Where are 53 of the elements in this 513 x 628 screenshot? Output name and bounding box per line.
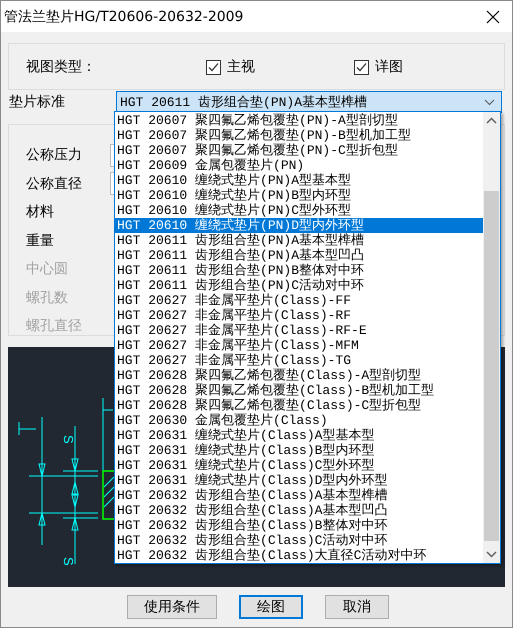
checkbox-label: 主视	[227, 58, 255, 76]
dropdown-option[interactable]: HGT 20627 非金属平垫片(Class)-MFM	[115, 338, 483, 353]
dropdown-option[interactable]: HGT 20610 缠绕式垫片(PN)C型外环型	[115, 203, 483, 218]
close-icon[interactable]	[486, 10, 500, 24]
chevron-down-icon	[484, 98, 495, 106]
dropdown-option[interactable]: HGT 20628 聚四氟乙烯包覆垫(Class)-B型机加工型	[115, 383, 483, 398]
window-title: 管法兰垫片HG/T20606-20632-2009	[4, 8, 244, 26]
dropdown-option[interactable]: HGT 20611 齿形组合垫(PN)C活动对中环	[115, 278, 483, 293]
dropdown-option[interactable]: HGT 20611 齿形组合垫(PN)A基本型凹凸	[115, 248, 483, 263]
dropdown-option[interactable]: HGT 20632 齿形组合垫(Class)C活动对中环	[115, 533, 483, 548]
property-label: 螺孔数	[26, 288, 68, 307]
dropdown-option[interactable]: HGT 20631 缠绕式垫片(Class)D型内外环型	[115, 473, 483, 488]
dropdown-option[interactable]: HGT 20610 缠绕式垫片(PN)B型内环型	[115, 188, 483, 203]
property-label: 螺孔直径	[26, 317, 82, 336]
dropdown-option[interactable]: HGT 20607 聚四氟乙烯包覆垫(PN)-B型机加工型	[115, 128, 483, 143]
dropdown-option[interactable]: HGT 20631 缠绕式垫片(Class)C型外环型	[115, 458, 483, 473]
dropdown-option[interactable]: HGT 20607 聚四氟乙烯包覆垫(PN)-A型剖切型	[115, 113, 483, 128]
dropdown-option[interactable]: HGT 20627 非金属平垫片(Class)-RF	[115, 308, 483, 323]
dropdown-option[interactable]: HGT 20632 齿形组合垫(Class)B整体对中环	[115, 518, 483, 533]
dropdown-option[interactable]: HGT 20628 聚四氟乙烯包覆垫(Class)-A型剖切型	[115, 368, 483, 383]
dialog-button[interactable]: 绘图	[239, 595, 303, 619]
dialog-button[interactable]: 取消	[325, 595, 389, 619]
dialog-button[interactable]: 使用条件	[127, 595, 217, 619]
dropdown-option[interactable]: HGT 20632 齿形组合垫(Class)A基本型榫槽	[115, 488, 483, 503]
checkbox[interactable]	[354, 60, 369, 74]
gasket-standard-label: 垫片标准	[9, 93, 65, 111]
dropdown-option[interactable]: HGT 20609 金属包覆垫片(PN)	[115, 158, 483, 173]
dropdown-option[interactable]: HGT 20630 金属包覆垫片(Class)	[115, 413, 483, 428]
scrollbar-thumb[interactable]	[484, 191, 499, 541]
dropdown-option[interactable]: HGT 20628 聚四氟乙烯包覆垫(Class)-C型折包型	[115, 398, 483, 413]
dimension-label: S	[61, 557, 76, 566]
checkbox[interactable]	[206, 60, 221, 74]
property-label: 公称直径	[26, 174, 82, 193]
dropdown-option[interactable]: HGT 20611 齿形组合垫(PN)A基本型榫槽	[115, 233, 483, 248]
dropdown-option[interactable]: HGT 20610 缠绕式垫片(PN)D型内外环型	[115, 218, 483, 233]
view-type-label: 视图类型：	[26, 58, 97, 76]
dropdown-option[interactable]: HGT 20631 缠绕式垫片(Class)B型内环型	[115, 443, 483, 458]
dropdown-option[interactable]: HGT 20610 缠绕式垫片(PN)A型基本型	[115, 173, 483, 188]
dropdown-option[interactable]: HGT 20627 非金属平垫片(Class)-TG	[115, 353, 483, 368]
dropdown-option[interactable]: HGT 20611 齿形组合垫(PN)B整体对中环	[115, 263, 483, 278]
property-label: 公称压力	[26, 146, 82, 164]
gasket-standard-dropdown[interactable]: HGT 20611 齿形组合垫(PN)A基本型榫槽	[116, 91, 502, 113]
dropdown-option[interactable]: HGT 20631 缠绕式垫片(Class)A型基本型	[115, 428, 483, 443]
checkbox-label: 详图	[375, 58, 403, 76]
property-label: 重量	[26, 232, 54, 250]
dropdown-option[interactable]: HGT 20632 齿形组合垫(Class)A基本型凹凸	[115, 503, 483, 518]
dropdown-option[interactable]: HGT 20632 齿形组合垫(Class)大直径C活动对中环	[115, 548, 483, 563]
dimension-label: S	[61, 435, 76, 444]
dropdown-option[interactable]: HGT 20627 非金属平垫片(Class)-FF	[115, 293, 483, 308]
property-label: 中心圆	[26, 260, 68, 278]
dropdown-option[interactable]: HGT 20607 聚四氟乙烯包覆垫(PN)-C型折包型	[115, 143, 483, 158]
dropdown-option[interactable]: HGT 20627 非金属平垫片(Class)-RF-E	[115, 323, 483, 338]
property-label: 材料	[26, 203, 54, 222]
